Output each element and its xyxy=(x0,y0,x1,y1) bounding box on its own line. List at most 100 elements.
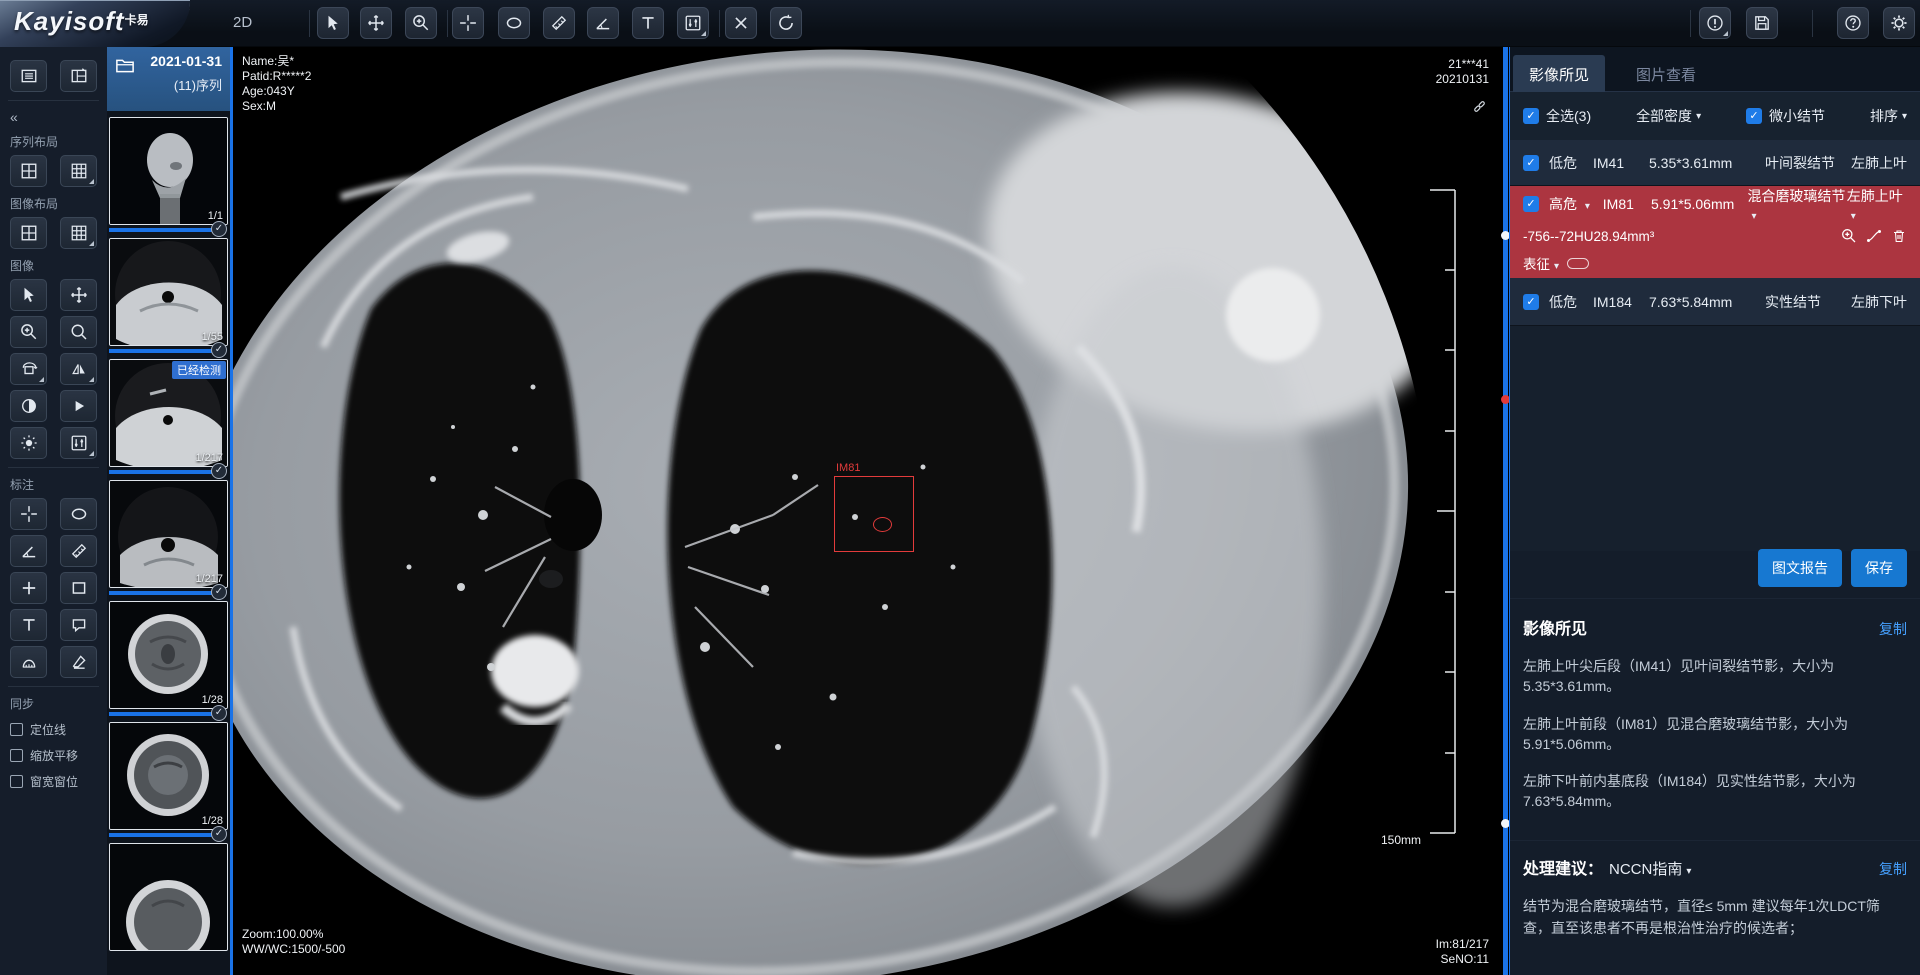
angle-tool-button[interactable] xyxy=(587,7,619,39)
link-icon[interactable] xyxy=(1472,99,1487,114)
image-flip-button[interactable] xyxy=(60,353,97,385)
help-button[interactable] xyxy=(1837,7,1869,39)
checkbox-unchecked[interactable] xyxy=(10,775,23,788)
series-panel-toggle-button[interactable] xyxy=(10,60,47,92)
settings-button[interactable] xyxy=(1883,7,1915,39)
annotate-callout-button[interactable] xyxy=(60,609,97,641)
series-layout-3x3-button[interactable] xyxy=(60,155,97,187)
delete-annotation-button[interactable] xyxy=(725,7,757,39)
crosshair-tool-button[interactable] xyxy=(452,7,484,39)
annotate-angle-button[interactable] xyxy=(10,535,47,567)
thumbnail-series-2[interactable]: 1/55 ✓ xyxy=(109,238,228,353)
image-invert-button[interactable] xyxy=(10,390,47,422)
micro-nodule-checkbox[interactable]: ✓ xyxy=(1746,108,1762,124)
image-layout-2x2-button[interactable] xyxy=(10,217,47,249)
ct-viewport[interactable]: 150mm Name:吴* Patid:R*****2 Age:043Y Sex… xyxy=(233,47,1503,975)
study-header[interactable]: 2021-01-31 (11)序列 xyxy=(107,47,230,111)
nodule-roi-box[interactable]: IM81 xyxy=(834,476,914,552)
sync-option-label: 窗宽窗位 xyxy=(30,773,78,790)
image-zoom-in-button[interactable] xyxy=(10,316,47,348)
annotate-point-button[interactable] xyxy=(10,572,47,604)
density-filter-dropdown[interactable]: 全部密度 xyxy=(1636,106,1692,126)
thumbnail-series-6[interactable]: 1/28 ✓ xyxy=(109,722,228,837)
check-icon[interactable]: ✓ xyxy=(211,221,227,237)
annotate-eraser-button[interactable] xyxy=(60,646,97,678)
copy-findings-link[interactable]: 复制 xyxy=(1879,619,1907,639)
nodule-risk-dropdown[interactable]: 高危 ▾ xyxy=(1549,194,1603,214)
save-study-button[interactable] xyxy=(1746,7,1778,39)
window-level-tool-button[interactable] xyxy=(677,7,709,39)
nodule-checkbox[interactable]: ✓ xyxy=(1523,196,1539,212)
ellipse-tool-button[interactable] xyxy=(498,7,530,39)
image-pointer-button[interactable] xyxy=(10,279,47,311)
findings-panel: 影像所见 图片查看 ✓ 全选(3) 全部密度 ▾ ✓ 微小结节 排序 ▾ ✓ 低… xyxy=(1509,47,1920,975)
text-tool-button[interactable] xyxy=(632,7,664,39)
nodule-row-im41[interactable]: ✓ 低危 IM41 5.35*3.61mm 叶间裂结节 左肺上叶 xyxy=(1510,140,1920,186)
feature-toggle[interactable] xyxy=(1567,258,1589,269)
copy-advice-link[interactable]: 复制 xyxy=(1879,859,1907,879)
annotate-arch-button[interactable] xyxy=(10,646,47,678)
brightness-button[interactable] xyxy=(10,427,47,459)
series-layout-2x2-button[interactable] xyxy=(10,155,47,187)
image-layout-3x3-button[interactable] xyxy=(60,217,97,249)
annotate-rectangle-button[interactable] xyxy=(60,572,97,604)
image-rotate-button[interactable] xyxy=(10,353,47,385)
window-level-value: WW/WC:1500/-500 xyxy=(242,942,345,957)
checkbox-unchecked[interactable] xyxy=(10,749,23,762)
annotate-text-button[interactable] xyxy=(10,609,47,641)
check-icon[interactable]: ✓ xyxy=(211,463,227,479)
trash-icon[interactable] xyxy=(1891,228,1907,244)
checkbox-unchecked[interactable] xyxy=(10,723,23,736)
reset-view-button[interactable] xyxy=(770,7,802,39)
cine-play-button[interactable] xyxy=(60,390,97,422)
alert-info-button[interactable] xyxy=(1699,7,1731,39)
nodule-location: 左肺下叶 xyxy=(1851,292,1907,312)
nodule-row-im184[interactable]: ✓ 低危 IM184 7.63*5.84mm 实性结节 左肺下叶 xyxy=(1510,278,1920,326)
thumbnail-series-4[interactable]: 1/217 ✓ xyxy=(109,480,228,595)
nodule-location-dropdown[interactable]: 左肺上叶▾ xyxy=(1847,186,1907,222)
image-magnifier-button[interactable] xyxy=(60,316,97,348)
check-icon[interactable]: ✓ xyxy=(211,584,227,600)
annotate-ruler-button[interactable] xyxy=(60,535,97,567)
nodule-row-im81-selected[interactable]: ✓ 高危 ▾ IM81 5.91*5.06mm 混合磨玻璃结节▾ 左肺上叶▾ -… xyxy=(1510,186,1920,278)
nodule-type-dropdown[interactable]: 混合磨玻璃结节▾ xyxy=(1747,186,1846,222)
select-all-checkbox[interactable]: ✓ xyxy=(1523,108,1539,124)
zoom-tool-button[interactable] xyxy=(405,7,437,39)
save-button[interactable]: 保存 xyxy=(1851,549,1907,587)
sort-dropdown[interactable]: 排序 xyxy=(1870,106,1898,126)
check-icon[interactable]: ✓ xyxy=(211,342,227,358)
collapse-sidebar-button[interactable]: « xyxy=(10,109,97,125)
magnify-nodule-icon[interactable] xyxy=(1841,228,1857,244)
tab-picture-view[interactable]: 图片查看 xyxy=(1620,55,1712,92)
pan-tool-button[interactable] xyxy=(360,7,392,39)
ruler-tool-button[interactable] xyxy=(543,7,575,39)
image-pan-button[interactable] xyxy=(60,279,97,311)
feature-dropdown[interactable]: 表征▾ xyxy=(1523,253,1559,273)
annotate-crosshair-button[interactable] xyxy=(10,498,47,530)
dental-arch-icon xyxy=(20,653,38,671)
brand-suffix: 卡易 xyxy=(125,13,149,27)
nodule-checkbox[interactable]: ✓ xyxy=(1523,294,1539,310)
annotate-ellipse-button[interactable] xyxy=(60,498,97,530)
sync-option-localizer[interactable]: 定位线 xyxy=(10,721,97,738)
window-preset-button[interactable] xyxy=(60,427,97,459)
sync-option-window[interactable]: 窗宽窗位 xyxy=(10,773,97,790)
nodule-checkbox[interactable]: ✓ xyxy=(1523,155,1539,171)
report-button[interactable]: 图文报告 xyxy=(1758,549,1842,587)
pointer-tool-button[interactable] xyxy=(317,7,349,39)
thumbnail-series-3-detected[interactable]: 已经检测 1/217 ✓ xyxy=(109,359,228,474)
thumbnail-series-7[interactable] xyxy=(109,843,228,951)
thumbnail-scout[interactable]: 1/1 ✓ xyxy=(109,117,228,232)
thumbnail-series-5[interactable]: 1/28 ✓ xyxy=(109,601,228,716)
check-icon[interactable]: ✓ xyxy=(211,826,227,842)
tab-image-findings[interactable]: 影像所见 xyxy=(1513,55,1605,92)
caret-down-icon: ▾ xyxy=(1751,211,1756,222)
check-icon[interactable]: ✓ xyxy=(211,705,227,721)
guideline-dropdown[interactable]: NCCN指南▾ xyxy=(1609,858,1691,879)
layout-panel-toggle-button[interactable] xyxy=(60,60,97,92)
slice-scrollbar[interactable] xyxy=(1503,47,1508,975)
compare-icon[interactable] xyxy=(1866,228,1882,244)
caret-down-icon: ▾ xyxy=(1554,261,1559,272)
sync-option-zoom-pan[interactable]: 缩放平移 xyxy=(10,747,97,764)
panel-layout-icon xyxy=(70,67,88,85)
